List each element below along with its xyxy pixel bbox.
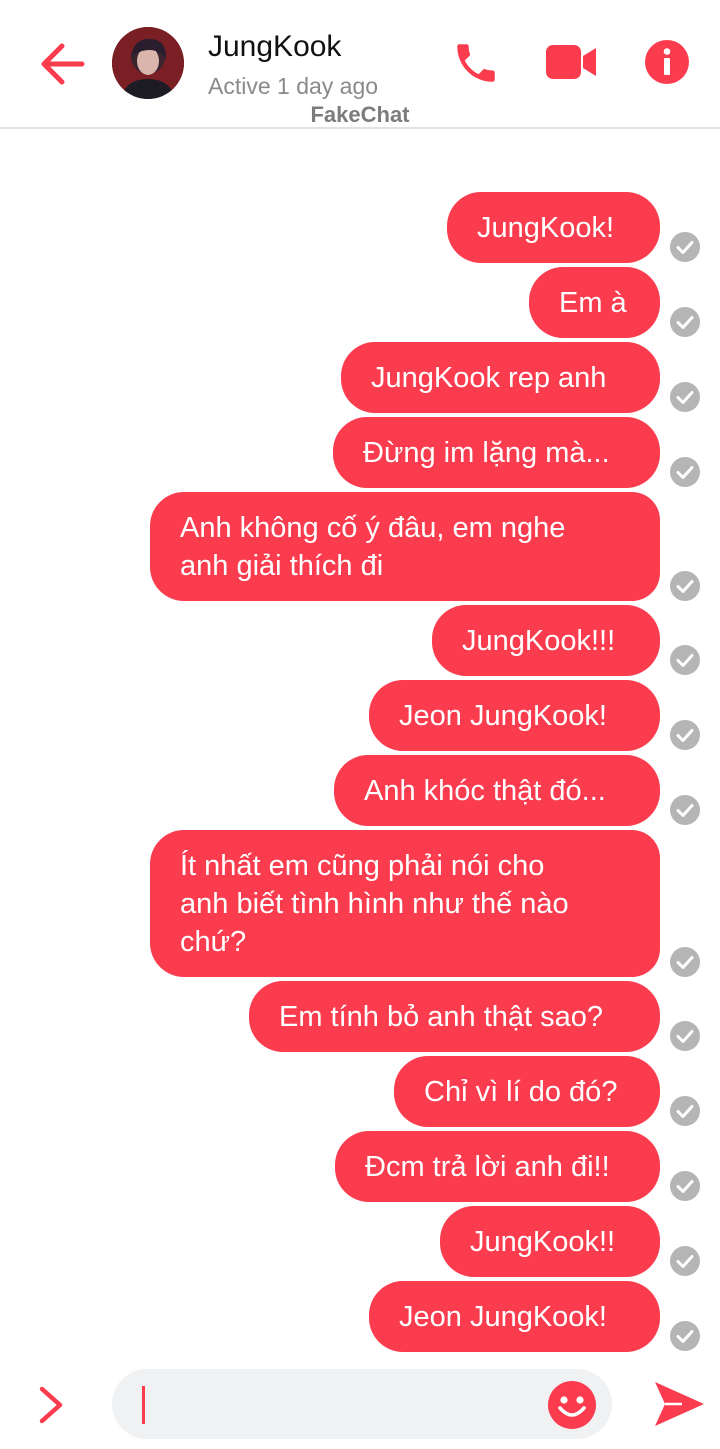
avatar[interactable] bbox=[112, 27, 184, 99]
seen-check-icon bbox=[670, 232, 700, 262]
chevron-right-icon[interactable] bbox=[36, 1385, 66, 1425]
message-bubble[interactable]: Đcm trả lời anh đi!! bbox=[335, 1131, 660, 1202]
arrow-left-icon[interactable] bbox=[38, 40, 86, 88]
video-camera-icon[interactable] bbox=[545, 42, 597, 82]
seen-check-icon bbox=[670, 1021, 700, 1051]
seen-check-icon bbox=[670, 457, 700, 487]
message-bubble[interactable]: Em à bbox=[529, 267, 660, 338]
message-bubble[interactable]: JungKook!!! bbox=[432, 605, 660, 676]
seen-check-icon bbox=[670, 1246, 700, 1276]
app-watermark: FakeChat bbox=[310, 102, 410, 127]
message-bubble[interactable]: Anh không cố ý đâu, em nghe anh giải thí… bbox=[150, 492, 660, 601]
seen-check-icon bbox=[670, 795, 700, 825]
send-icon[interactable] bbox=[652, 1377, 706, 1431]
message-bubble[interactable]: JungKook! bbox=[447, 192, 660, 263]
message-bubble[interactable]: JungKook rep anh bbox=[341, 342, 660, 413]
seen-check-icon bbox=[670, 382, 700, 412]
message-bubble[interactable]: Em tính bỏ anh thật sao? bbox=[249, 981, 660, 1052]
seen-check-icon bbox=[670, 720, 700, 750]
chat-header: JungKook Active 1 day ago FakeChat bbox=[0, 0, 720, 129]
seen-check-icon bbox=[670, 645, 700, 675]
message-bubble[interactable]: Đừng im lặng mà... bbox=[333, 417, 660, 488]
seen-check-icon bbox=[670, 1171, 700, 1201]
seen-check-icon bbox=[670, 307, 700, 337]
message-bubble[interactable]: Jeon JungKook! bbox=[369, 1281, 660, 1352]
message-bubble[interactable]: JungKook!! bbox=[440, 1206, 660, 1277]
smiley-icon[interactable] bbox=[546, 1379, 598, 1431]
message-bubble[interactable]: Jeon JungKook! bbox=[369, 680, 660, 751]
message-input[interactable] bbox=[112, 1369, 612, 1439]
seen-check-icon bbox=[670, 1096, 700, 1126]
message-bubble[interactable]: Ít nhất em cũng phải nói cho anh biết tì… bbox=[150, 830, 660, 977]
seen-check-icon bbox=[670, 571, 700, 601]
contact-name[interactable]: JungKook bbox=[208, 30, 341, 64]
seen-check-icon bbox=[670, 947, 700, 977]
message-bubble[interactable]: Chỉ vì lí do đó? bbox=[394, 1056, 660, 1127]
active-status: Active 1 day ago bbox=[208, 73, 379, 99]
message-bubble[interactable]: Anh khóc thật đó... bbox=[334, 755, 660, 826]
message-composer bbox=[0, 1365, 720, 1449]
phone-icon[interactable] bbox=[451, 38, 501, 88]
text-caret bbox=[142, 1386, 145, 1424]
info-icon[interactable] bbox=[645, 40, 689, 84]
seen-check-icon bbox=[670, 1321, 700, 1351]
